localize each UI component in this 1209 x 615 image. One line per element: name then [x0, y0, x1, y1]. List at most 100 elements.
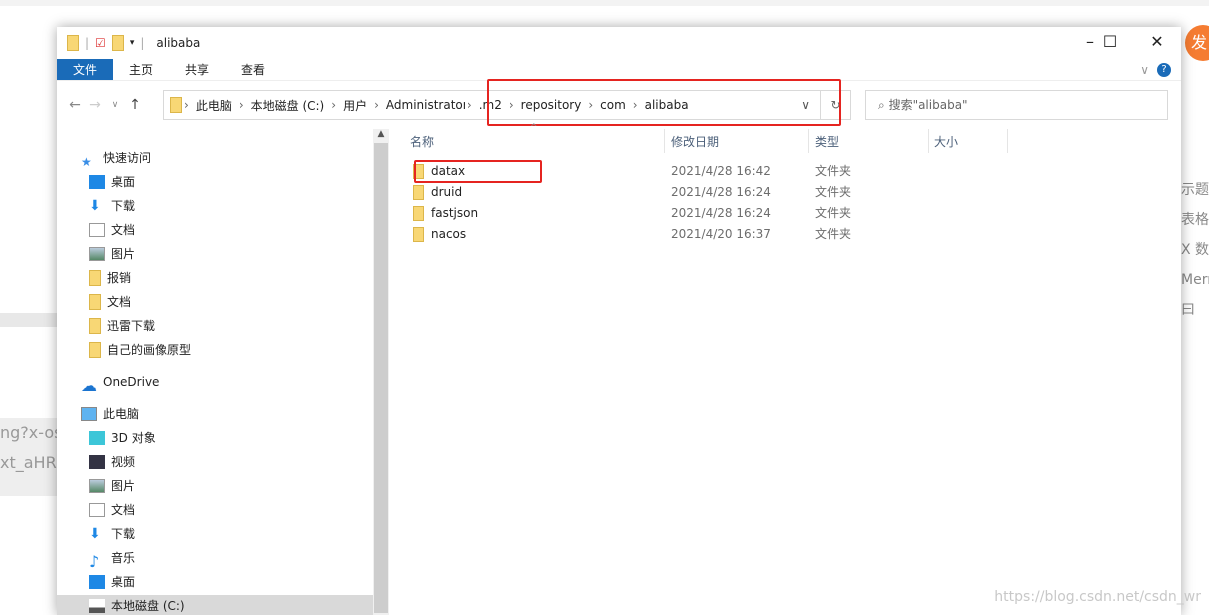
browser-bookmarks-bar: [0, 0, 1209, 6]
sidebar-item-label: 下载: [111, 199, 136, 213]
sidebar-item-label: 迅雷下载: [107, 319, 156, 333]
ribbon-tabs: 文件 主页 共享 查看 ∨ ?: [57, 59, 1181, 81]
picture-icon: [89, 247, 105, 261]
highlight-box-datax: [414, 160, 542, 183]
window-title: alibaba: [156, 36, 201, 50]
tab-file[interactable]: 文件: [57, 59, 114, 80]
sidebar-item-label: 音乐: [111, 551, 136, 565]
sidebar-item-label: 文档: [107, 295, 132, 309]
sidebar-scrollbar[interactable]: ▲: [373, 129, 389, 615]
sidebar-item-label: 视频: [111, 455, 136, 469]
title-bar: | ☑ ▾ | alibaba: [57, 27, 1181, 59]
sidebar-item-label: 桌面: [111, 175, 136, 189]
tab-view[interactable]: 查看: [225, 59, 281, 80]
bg-tag: 示题: [1181, 182, 1209, 198]
sidebar-item[interactable]: ⬇下载📌: [89, 195, 373, 217]
file-name: nacos: [431, 227, 467, 241]
bg-tag: 曰: [1181, 302, 1195, 318]
background-divider: [0, 313, 57, 327]
background-url-text: ng?x-os xt_aHR0: [0, 418, 57, 496]
bg-tag: X 数: [1181, 242, 1209, 258]
folder-icon: [413, 185, 424, 200]
sidebar-item[interactable]: 自己的画像原型: [89, 339, 373, 361]
sidebar-item[interactable]: 此电脑: [81, 403, 373, 425]
sidebar-item-label: 文档: [111, 223, 136, 237]
sidebar-item[interactable]: 文档📌: [89, 219, 373, 241]
sidebar-item-label: OneDrive: [103, 375, 160, 389]
picture-icon: [89, 479, 105, 493]
sidebar-item[interactable]: 本地磁盘 (C:): [57, 595, 373, 615]
file-type: 文件夹: [815, 164, 852, 178]
recent-dropdown-icon[interactable]: ∨: [105, 100, 125, 110]
sidebar-item[interactable]: 3D 对象: [89, 427, 373, 449]
sidebar-item-label: 3D 对象: [111, 431, 156, 445]
sidebar-item[interactable]: ★ 快速访问: [81, 147, 373, 169]
sidebar-item-label: 报销: [107, 271, 132, 285]
ribbon-expand-icon[interactable]: ∨: [1132, 59, 1157, 80]
sidebar-item[interactable]: ⬇ 下载: [89, 523, 373, 545]
file-type: 文件夹: [815, 185, 852, 199]
column-name[interactable]: 名称: [410, 133, 434, 150]
sidebar-item[interactable]: 文档: [89, 499, 373, 521]
sidebar-item[interactable]: ☁ OneDrive: [81, 371, 373, 395]
sidebar-item[interactable]: 图片📌: [89, 243, 373, 265]
folder-icon: [413, 227, 424, 242]
sidebar-item[interactable]: 报销: [89, 267, 373, 289]
search-input[interactable]: ⌕ 搜索"alibaba": [865, 90, 1168, 120]
sidebar-item[interactable]: 图片: [89, 475, 373, 497]
quick-access-icon: ★: [81, 155, 92, 169]
sidebar-item[interactable]: 视频: [89, 451, 373, 473]
music-icon: ♪: [89, 552, 100, 571]
bg-tag: Mern: [1181, 272, 1209, 288]
up-icon[interactable]: ↑: [125, 97, 145, 113]
breadcrumb-item[interactable]: 用户: [338, 97, 372, 114]
breadcrumb-item[interactable]: 本地磁盘 (C:): [246, 97, 330, 114]
breadcrumb-item[interactable]: 此电脑: [191, 97, 237, 114]
column-type[interactable]: 类型: [815, 133, 839, 150]
quick-access-dropdown-icon[interactable]: ▾: [130, 38, 135, 48]
scroll-up-icon[interactable]: ▲: [373, 129, 389, 139]
forward-icon[interactable]: →: [85, 97, 105, 113]
tab-share[interactable]: 共享: [169, 59, 225, 80]
breadcrumb-item[interactable]: Administrator: [381, 98, 465, 112]
column-headers: 名称 ^ 修改日期 类型 大小: [397, 123, 1181, 153]
maximize-button[interactable]: ☐: [1087, 27, 1133, 57]
sidebar-item[interactable]: ♪ 音乐: [89, 547, 373, 571]
drive-icon: [89, 599, 105, 613]
file-row[interactable]: fastjson 2021/4/28 16:24 文件夹: [397, 203, 1181, 224]
sidebar-item[interactable]: 桌面📌: [89, 171, 373, 193]
folder-icon: [89, 318, 101, 334]
document-icon: [89, 223, 105, 237]
onedrive-icon: ☁: [81, 376, 97, 395]
file-type: 文件夹: [815, 227, 852, 241]
folder-icon: [67, 35, 79, 51]
folder-icon: [89, 342, 101, 358]
back-icon[interactable]: ←: [65, 97, 85, 113]
sidebar-item[interactable]: 文档: [89, 291, 373, 313]
help-icon[interactable]: ?: [1157, 63, 1171, 77]
close-button[interactable]: ✕: [1134, 27, 1180, 57]
file-row[interactable]: nacos 2021/4/20 16:37 文件夹: [397, 224, 1181, 245]
sidebar-item-label: 此电脑: [103, 407, 140, 421]
file-type: 文件夹: [815, 206, 852, 220]
desktop-icon: [89, 575, 105, 589]
scrollbar-thumb[interactable]: [374, 143, 388, 613]
column-date[interactable]: 修改日期: [671, 133, 719, 150]
sidebar-item[interactable]: 桌面: [89, 571, 373, 593]
properties-icon[interactable]: ☑: [95, 36, 106, 50]
sidebar-item-label: 图片: [111, 247, 136, 261]
search-icon: ⌕: [878, 98, 885, 112]
download-icon: ⬇: [89, 198, 101, 214]
file-row[interactable]: druid 2021/4/28 16:24 文件夹: [397, 182, 1181, 203]
column-size[interactable]: 大小: [934, 133, 958, 150]
sidebar-item-label: 文档: [111, 503, 136, 517]
highlight-box-path: [487, 79, 841, 126]
sidebar-item[interactable]: 迅雷下载: [89, 315, 373, 337]
search-placeholder: 搜索"alibaba": [888, 98, 968, 112]
new-folder-icon[interactable]: [111, 35, 124, 51]
background-page-right: 示题 表格 X 数 Mern 曰: [1181, 20, 1209, 615]
file-list: 名称 ^ 修改日期 类型 大小 datax 2021/4/28 16:42 文件…: [397, 123, 1181, 245]
3d-objects-icon: [89, 431, 105, 445]
sidebar-item-label: 自己的画像原型: [107, 343, 192, 357]
tab-home[interactable]: 主页: [113, 59, 169, 80]
